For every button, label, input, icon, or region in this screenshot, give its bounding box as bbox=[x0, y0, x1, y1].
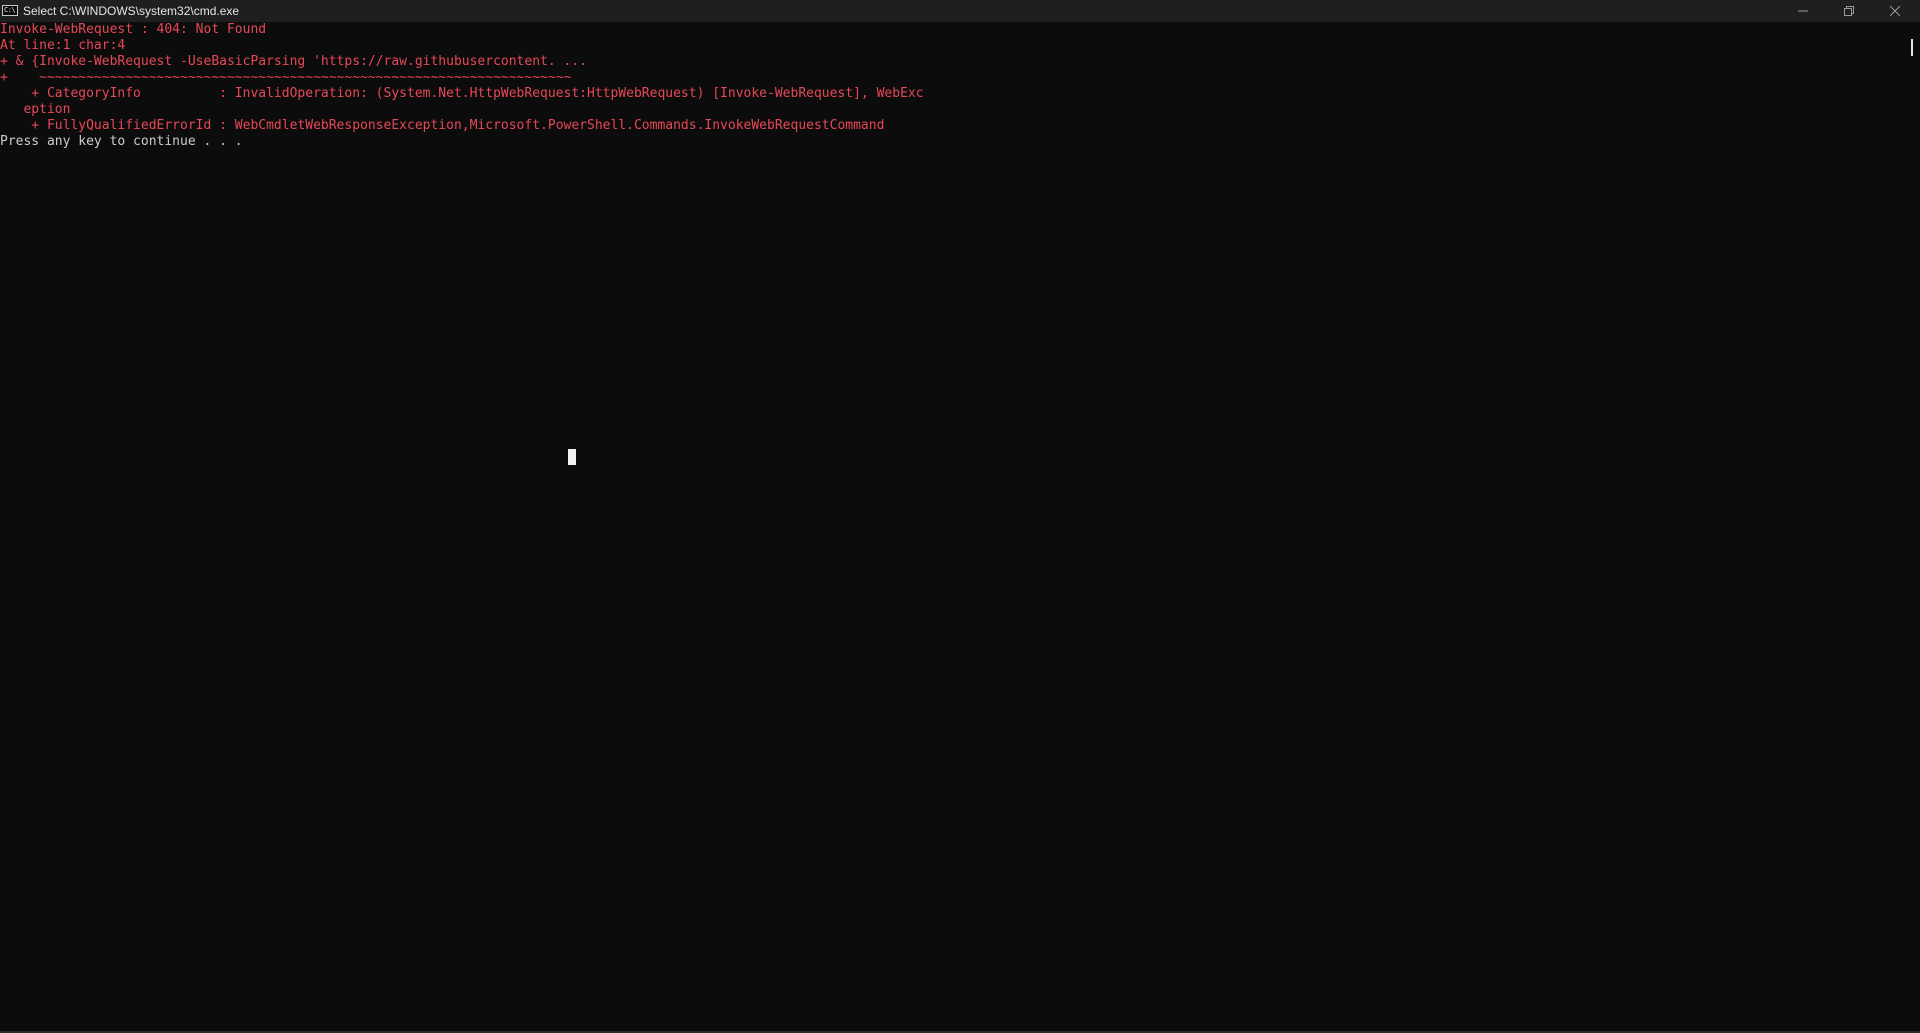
console-line-underline: + ~~~~~~~~~~~~~~~~~~~~~~~~~~~~~~~~~~~~~~… bbox=[0, 70, 572, 85]
title-bar[interactable]: C:\ Select C:\WINDOWS\system32\cmd.exe bbox=[0, 0, 1920, 22]
console-line-press-key: Press any key to continue . . . bbox=[0, 134, 243, 149]
console-line-error-id: + FullyQualifiedErrorId : WebCmdletWebRe… bbox=[0, 118, 885, 133]
console-output[interactable]: Invoke-WebRequest : 404: Not Found At li… bbox=[0, 22, 1904, 1033]
window-title: Select C:\WINDOWS\system32\cmd.exe bbox=[23, 4, 240, 18]
close-button[interactable] bbox=[1872, 0, 1918, 22]
restore-icon bbox=[1844, 6, 1854, 16]
scrollbar-thumb[interactable] bbox=[1911, 39, 1913, 56]
console-line-category-info-wrap: eption bbox=[0, 102, 71, 117]
close-icon bbox=[1890, 6, 1900, 16]
vertical-scrollbar[interactable] bbox=[1904, 22, 1920, 1033]
console-line-command: + & {Invoke-WebRequest -UseBasicParsing … bbox=[0, 54, 587, 69]
cmd-app-icon-label: C:\ bbox=[4, 6, 16, 14]
cmd-window: C:\ Select C:\WINDOWS\system32\cmd.exe I… bbox=[0, 0, 1920, 1033]
cmd-app-icon[interactable]: C:\ bbox=[2, 5, 18, 16]
text-cursor bbox=[568, 449, 576, 465]
minimize-button[interactable] bbox=[1780, 0, 1826, 22]
console-line-position: At line:1 char:4 bbox=[0, 38, 126, 53]
minimize-icon bbox=[1798, 10, 1808, 12]
console-line-error-header: Invoke-WebRequest : 404: Not Found bbox=[0, 22, 267, 37]
console-line-category-info: + CategoryInfo : InvalidOperation: (Syst… bbox=[0, 86, 924, 101]
restore-button[interactable] bbox=[1826, 0, 1872, 22]
